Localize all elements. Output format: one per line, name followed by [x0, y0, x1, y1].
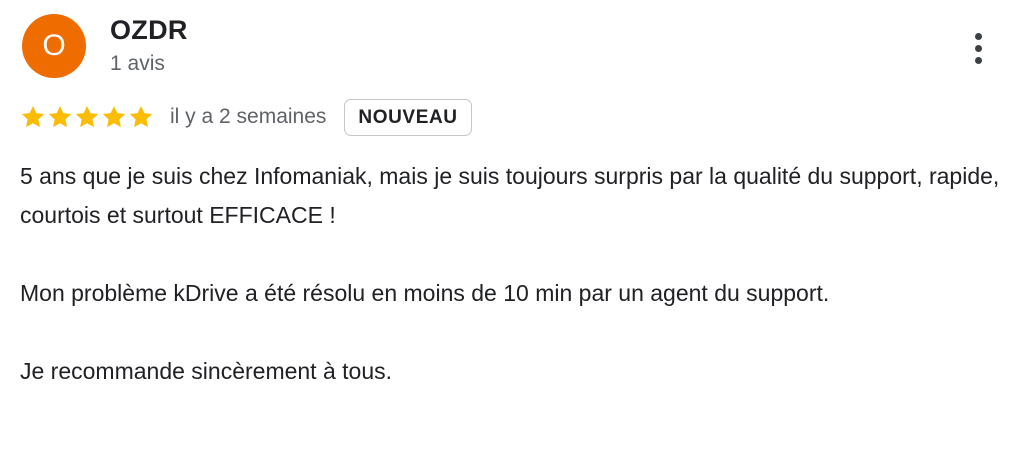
- review-paragraph: Je recommande sincèrement à tous.: [20, 358, 393, 384]
- review-paragraph: Mon problème kDrive a été résolu en moin…: [20, 280, 830, 306]
- star-icon: [102, 105, 126, 128]
- new-badge: NOUVEAU: [344, 98, 472, 136]
- star-icon: [21, 105, 45, 128]
- author-name[interactable]: OZDR: [110, 15, 188, 46]
- review-date: il y a 2 semaines: [170, 105, 327, 128]
- more-vert-icon-dot: [974, 56, 982, 64]
- star-icon: [129, 105, 153, 128]
- avatar[interactable]: O: [22, 14, 86, 78]
- star-rating: [20, 104, 154, 130]
- avatar-initial: O: [42, 29, 66, 62]
- star-icon: [48, 105, 72, 128]
- rating-row: il y a 2 semaines NOUVEAU: [20, 96, 472, 138]
- review-text: 5 ans que je suis chez Infomaniak, mais …: [20, 157, 1000, 391]
- review-card: O OZDR 1 avis il y a 2 semaines NOUVEAU …: [0, 0, 1026, 460]
- review-paragraph: 5 ans que je suis chez Infomaniak, mais …: [20, 163, 1000, 228]
- more-options-button[interactable]: [960, 26, 996, 70]
- review-count: 1 avis: [110, 52, 165, 75]
- more-vert-icon-dot: [974, 44, 982, 52]
- star-icon: [75, 105, 99, 128]
- more-vert-icon: [974, 32, 982, 40]
